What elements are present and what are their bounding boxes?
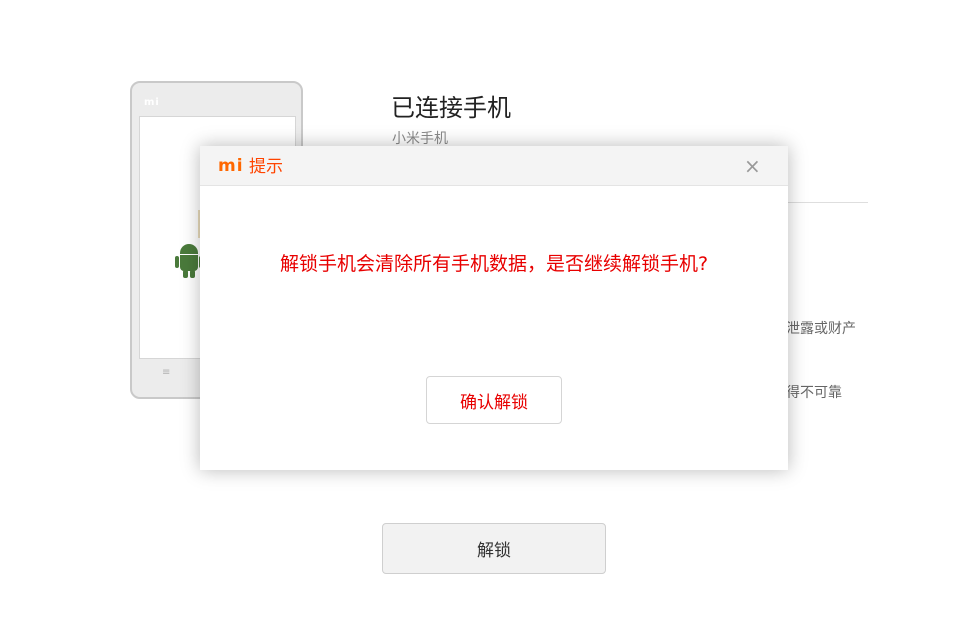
phone-menu-icon: ≡ — [162, 367, 171, 378]
dialog-warning-message: 解锁手机会清除所有手机数据，是否继续解锁手机? — [279, 253, 709, 275]
dialog-title: 提示 — [249, 157, 283, 177]
mi-logo-icon: mi — [218, 156, 244, 176]
divider — [786, 202, 868, 203]
close-icon[interactable]: × — [744, 154, 761, 178]
dialog-header: mi 提示 × — [200, 146, 788, 186]
info-text-2: 得不可靠 — [786, 385, 842, 401]
connected-title: 已连接手机 — [391, 94, 511, 122]
unlock-button[interactable]: 解锁 — [382, 523, 606, 574]
confirm-unlock-button[interactable]: 确认解锁 — [426, 376, 562, 424]
phone-brand-logo: mi — [144, 97, 160, 108]
unlock-confirm-dialog: mi 提示 × 解锁手机会清除所有手机数据，是否继续解锁手机? 确认解锁 — [200, 146, 788, 470]
android-robot-icon — [175, 244, 203, 280]
connected-device-name: 小米手机 — [392, 131, 448, 147]
info-text-1: 泄露或财产 — [786, 321, 856, 337]
